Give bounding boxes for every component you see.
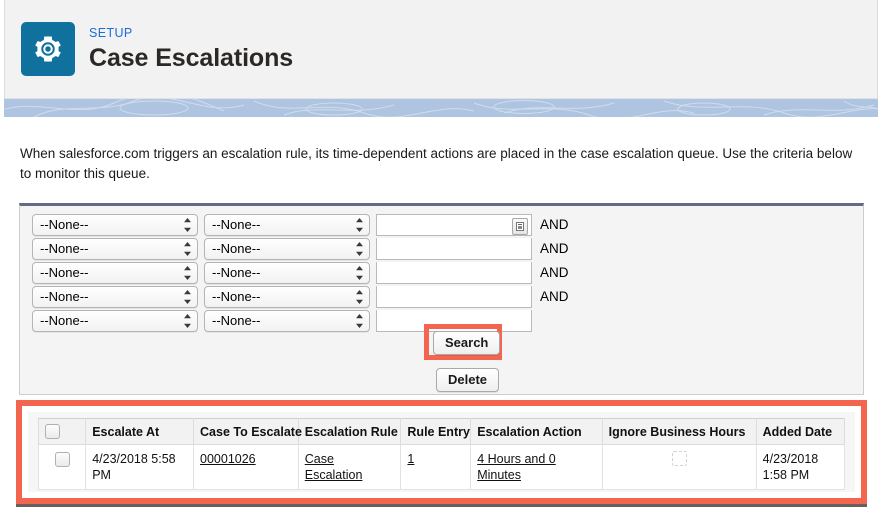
criteria-field-select[interactable]: --None--: [32, 262, 198, 284]
criteria-row: --None-- --None-- AND: [32, 214, 569, 236]
chevron-stepper-icon: [183, 313, 192, 329]
criteria-field-select[interactable]: --None--: [32, 238, 198, 260]
cell-case-to-escalate: 00001026: [193, 444, 299, 491]
chevron-stepper-icon: [355, 241, 364, 257]
case-number-link[interactable]: 00001026: [200, 452, 256, 466]
criteria-field-select[interactable]: --None--: [32, 286, 198, 308]
col-ignore-business-hours: Ignore Business Hours: [601, 417, 757, 446]
criteria-value-input[interactable]: [376, 262, 532, 284]
and-label: AND: [540, 241, 569, 256]
criteria-operator-select[interactable]: --None--: [204, 238, 370, 260]
escalation-action-link[interactable]: 4 Hours and 0 Minutes: [477, 452, 556, 482]
intro-description: When salesforce.com triggers an escalati…: [20, 146, 853, 181]
rule-entry-link[interactable]: 1: [407, 452, 414, 466]
cell-escalation-rule: Case Escalation: [297, 444, 402, 491]
col-escalation-rule: Escalation Rule: [297, 417, 402, 446]
criteria-operator-value: --None--: [212, 217, 261, 232]
ignore-business-hours-checkbox: [671, 451, 687, 467]
table-header-row: Escalate At Case To Escalate Escalation …: [37, 417, 846, 446]
criteria-field-value: --None--: [40, 289, 89, 304]
criteria-operator-select[interactable]: --None--: [204, 310, 370, 332]
criteria-operator-select[interactable]: --None--: [204, 262, 370, 284]
criteria-operator-value: --None--: [212, 241, 261, 256]
lookup-picklist-icon[interactable]: [512, 218, 528, 235]
criteria-row: --None-- --None-- AND: [32, 262, 569, 284]
criteria-field-value: --None--: [40, 265, 89, 280]
chevron-stepper-icon: [355, 313, 364, 329]
criteria-operator-value: --None--: [212, 313, 261, 328]
escalation-rule-link[interactable]: Case Escalation: [305, 452, 363, 482]
chevron-stepper-icon: [183, 217, 192, 233]
cell-escalate-at: 4/23/2018 5:58 PM: [85, 444, 195, 491]
chevron-stepper-icon: [183, 241, 192, 257]
cell-added-date: 4/23/2018 1:58 PM: [755, 444, 846, 491]
criteria-value-input[interactable]: [376, 238, 532, 260]
window-bottom-edge: [16, 504, 867, 507]
search-button[interactable]: Search: [433, 331, 501, 355]
results-panel: Escalate At Case To Escalate Escalation …: [28, 412, 855, 492]
chevron-stepper-icon: [183, 289, 192, 305]
delete-button[interactable]: Delete: [436, 368, 500, 392]
criteria-operator-select[interactable]: --None--: [204, 214, 370, 236]
criteria-field-select[interactable]: --None--: [32, 214, 198, 236]
escalation-results-table: Escalate At Case To Escalate Escalation …: [37, 417, 846, 491]
criteria-operator-value: --None--: [212, 289, 261, 304]
row-checkbox[interactable]: [54, 452, 70, 468]
criteria-field-value: --None--: [40, 217, 89, 232]
setup-eyebrow: SETUP: [89, 25, 133, 40]
col-escalate-at: Escalate At: [85, 417, 195, 446]
criteria-operator-select[interactable]: --None--: [204, 286, 370, 308]
results-highlight-box: Escalate At Case To Escalate Escalation …: [16, 400, 867, 504]
gear-icon: [33, 34, 63, 64]
cell-escalation-action: 4 Hours and 0 Minutes: [470, 444, 603, 491]
main-content: When salesforce.com triggers an escalati…: [0, 117, 882, 509]
criteria-grid: --None-- --None-- AND --None-- --None-- …: [32, 214, 569, 334]
col-case-to-escalate: Case To Escalate: [193, 417, 302, 446]
criteria-field-value: --None--: [40, 241, 89, 256]
col-rule-entry: Rule Entry: [400, 417, 472, 446]
filter-criteria-panel: --None-- --None-- AND --None-- --None-- …: [19, 203, 864, 395]
page-title: Case Escalations: [89, 43, 294, 72]
chevron-stepper-icon: [355, 289, 364, 305]
chevron-stepper-icon: [183, 265, 192, 281]
and-label: AND: [540, 265, 569, 280]
criteria-field-select[interactable]: --None--: [32, 310, 198, 332]
row-select-cell: [37, 444, 87, 491]
col-select-all: [37, 417, 87, 446]
chevron-stepper-icon: [355, 265, 364, 281]
and-label: AND: [540, 289, 569, 304]
criteria-row: --None-- --None-- AND: [32, 286, 569, 308]
chevron-stepper-icon: [355, 217, 364, 233]
setup-gear-tile: [21, 22, 75, 76]
col-added-date: Added Date: [755, 417, 846, 446]
setup-header: SETUP Case Escalations: [4, 0, 878, 99]
decorative-blue-band: [4, 99, 878, 117]
header-text-block: SETUP Case Escalations: [89, 26, 293, 73]
criteria-value-input[interactable]: [376, 214, 532, 236]
criteria-operator-value: --None--: [212, 265, 261, 280]
search-button-highlight-wrap: Search: [424, 324, 502, 360]
cell-rule-entry: 1: [400, 444, 472, 491]
and-label: AND: [540, 217, 569, 232]
select-all-checkbox[interactable]: [45, 424, 60, 440]
criteria-field-value: --None--: [40, 313, 89, 328]
criteria-value-input[interactable]: [376, 286, 532, 308]
table-row: 4/23/2018 5:58 PM 00001026 Case Escalati…: [37, 444, 846, 491]
criteria-row: --None-- --None-- AND: [32, 238, 569, 260]
cell-ignore-business-hours: [601, 444, 757, 491]
col-escalation-action: Escalation Action: [470, 417, 603, 446]
